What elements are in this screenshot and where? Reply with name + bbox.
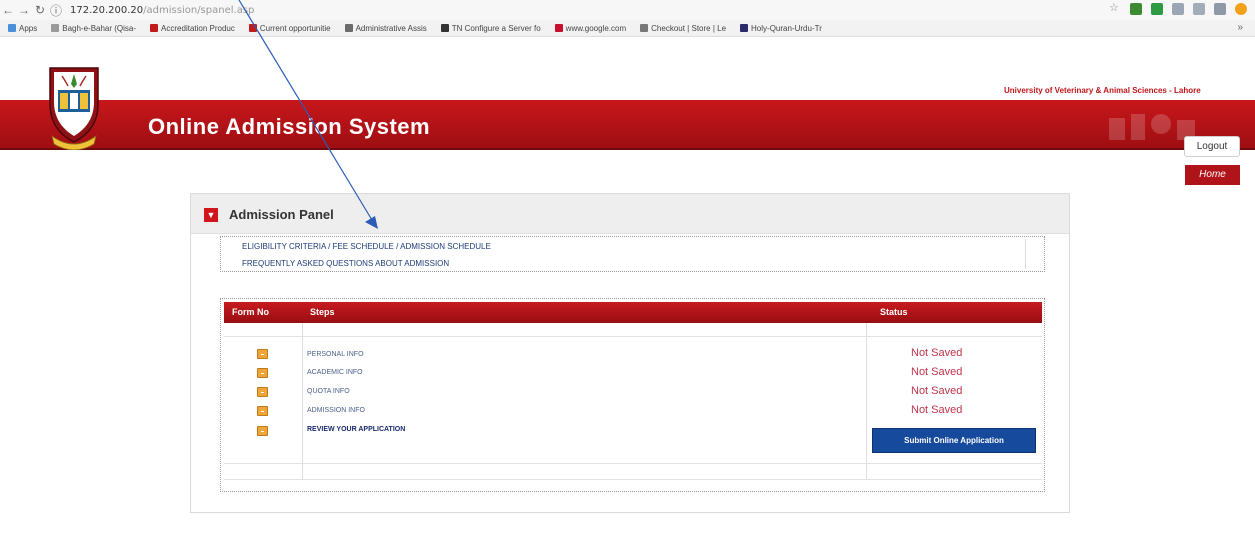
star-icon[interactable]: ☆ <box>1109 3 1121 15</box>
table-header: Form No Steps Status <box>224 302 1042 323</box>
bookmark-label: Bagh-e-Bahar (Qisa- <box>62 23 137 33</box>
bookmark-icon <box>640 24 649 32</box>
university-logo <box>49 67 99 150</box>
bookmark-label: Accreditation Produc <box>161 23 235 33</box>
bookmark-item[interactable]: Apps <box>8 24 37 33</box>
bookmark-icon <box>440 24 449 32</box>
site-title: Online Admission System <box>148 114 431 139</box>
status-text: Not Saved <box>911 366 963 378</box>
status-text: Not Saved <box>911 404 963 416</box>
bookmark-item[interactable]: Bagh-e-Bahar (Qisa- <box>51 24 136 33</box>
bookmark-label: www.google.com <box>565 23 627 33</box>
bookmark-label: Current opportunitie <box>259 23 331 33</box>
url-path: /admission/spanel.asp <box>143 4 255 16</box>
bookmark-item[interactable]: Current opportunitie <box>248 23 331 33</box>
bookmark-item[interactable]: Checkout | Store | Le <box>640 24 726 33</box>
bookmark-icon <box>740 24 749 32</box>
panel-title: Admission Panel <box>229 207 334 222</box>
bookmark-icon <box>51 24 60 32</box>
step-academic-info[interactable]: ACADEMIC INFO <box>307 369 363 376</box>
extension-icons: ☆ <box>1109 3 1247 15</box>
edit-form-icon[interactable] <box>257 426 268 436</box>
column-header-form-no: Form No <box>232 307 269 317</box>
steps-table: Form No Steps Status PERSONAL INFO Not S… <box>220 298 1045 492</box>
bookmarks-bar: Apps Bagh-e-Bahar (Qisa- Accreditation Pro… <box>0 20 1255 37</box>
url-field[interactable]: 172.20.200.20/admission/spanel.asp <box>70 5 254 16</box>
edit-form-icon[interactable] <box>257 406 268 416</box>
browser-address-bar: ← → ↻ ⓘ 172.20.200.20/admission/spanel.a… <box>0 0 1255 20</box>
step-quota-info[interactable]: QUOTA INFO <box>307 388 350 395</box>
extension-icon[interactable] <box>1172 3 1184 15</box>
column-header-steps: Steps <box>310 307 335 317</box>
bookmark-label: Checkout | Store | Le <box>651 23 727 33</box>
eligibility-link[interactable]: ELIGIBILITY CRITERIA / FEE SCHEDULE / AD… <box>242 242 491 251</box>
edit-form-icon[interactable] <box>257 387 268 397</box>
step-personal-info[interactable]: PERSONAL INFO <box>307 351 364 358</box>
bookmark-item[interactable]: TN Configure a Server fo <box>440 23 541 33</box>
bookmark-label: Apps <box>19 23 38 33</box>
bookmark-label: Holy-Quran-Urdu-Tr <box>751 23 822 33</box>
bookmark-label: Administrative Assis <box>355 23 427 33</box>
university-name: University of Veterinary & Animal Scienc… <box>1004 86 1201 95</box>
extension-icon[interactable] <box>1193 3 1205 15</box>
submit-application-button[interactable]: Submit Online Application <box>872 428 1036 453</box>
bookmark-label: TN Configure a Server fo <box>451 23 541 33</box>
bookmark-icon <box>554 24 563 32</box>
collapse-icon[interactable]: ▼ <box>204 208 218 222</box>
info-links-box: ELIGIBILITY CRITERIA / FEE SCHEDULE / AD… <box>220 236 1045 272</box>
logout-button[interactable]: Logout <box>1184 136 1240 157</box>
column-divider <box>866 323 867 479</box>
panel-header: ▼ Admission Panel <box>191 194 1069 234</box>
row-divider <box>224 463 1042 464</box>
step-review-application[interactable]: REVIEW YOUR APPLICATION <box>307 426 405 433</box>
reload-icon[interactable]: ↻ <box>32 3 48 17</box>
status-text: Not Saved <box>911 385 963 397</box>
extension-icon[interactable] <box>1214 3 1226 15</box>
status-text: Not Saved <box>911 347 963 359</box>
edit-form-icon[interactable] <box>257 349 268 359</box>
row-divider <box>224 336 1042 337</box>
url-host: 172.20.200.20 <box>70 4 144 16</box>
bookmark-icon <box>248 24 257 32</box>
profile-icon[interactable] <box>1235 3 1247 15</box>
info-icon[interactable]: ⓘ <box>48 2 64 19</box>
bookmark-item[interactable]: Administrative Assis <box>344 23 427 33</box>
column-divider <box>302 323 303 479</box>
extension-icon[interactable] <box>1130 3 1142 15</box>
bookmark-icon <box>8 24 16 32</box>
column-header-status: Status <box>880 307 908 317</box>
bookmark-icon <box>344 24 353 32</box>
faq-link[interactable]: FREQUENTLY ASKED QUESTIONS ABOUT ADMISSI… <box>242 259 449 268</box>
bookmark-item[interactable]: www.google.com <box>554 23 627 33</box>
bookmark-item[interactable]: Holy-Quran-Urdu-Tr <box>740 24 822 33</box>
extension-icon[interactable] <box>1151 3 1163 15</box>
bookmark-icon <box>150 24 159 32</box>
step-admission-info[interactable]: ADMISSION INFO <box>307 407 365 414</box>
more-bookmarks-icon[interactable]: » <box>1237 22 1243 33</box>
home-tab[interactable]: Home <box>1185 165 1240 185</box>
bookmark-item[interactable]: Accreditation Produc <box>150 24 235 33</box>
admission-panel: ▼ Admission Panel ELIGIBILITY CRITERIA /… <box>190 193 1070 513</box>
page: ← → ↻ ⓘ 172.20.200.20/admission/spanel.a… <box>0 0 1255 545</box>
forward-icon[interactable]: → <box>16 3 32 17</box>
divider <box>1025 239 1026 269</box>
edit-form-icon[interactable] <box>257 368 268 378</box>
back-icon[interactable]: ← <box>0 3 16 17</box>
row-divider <box>224 479 1042 480</box>
